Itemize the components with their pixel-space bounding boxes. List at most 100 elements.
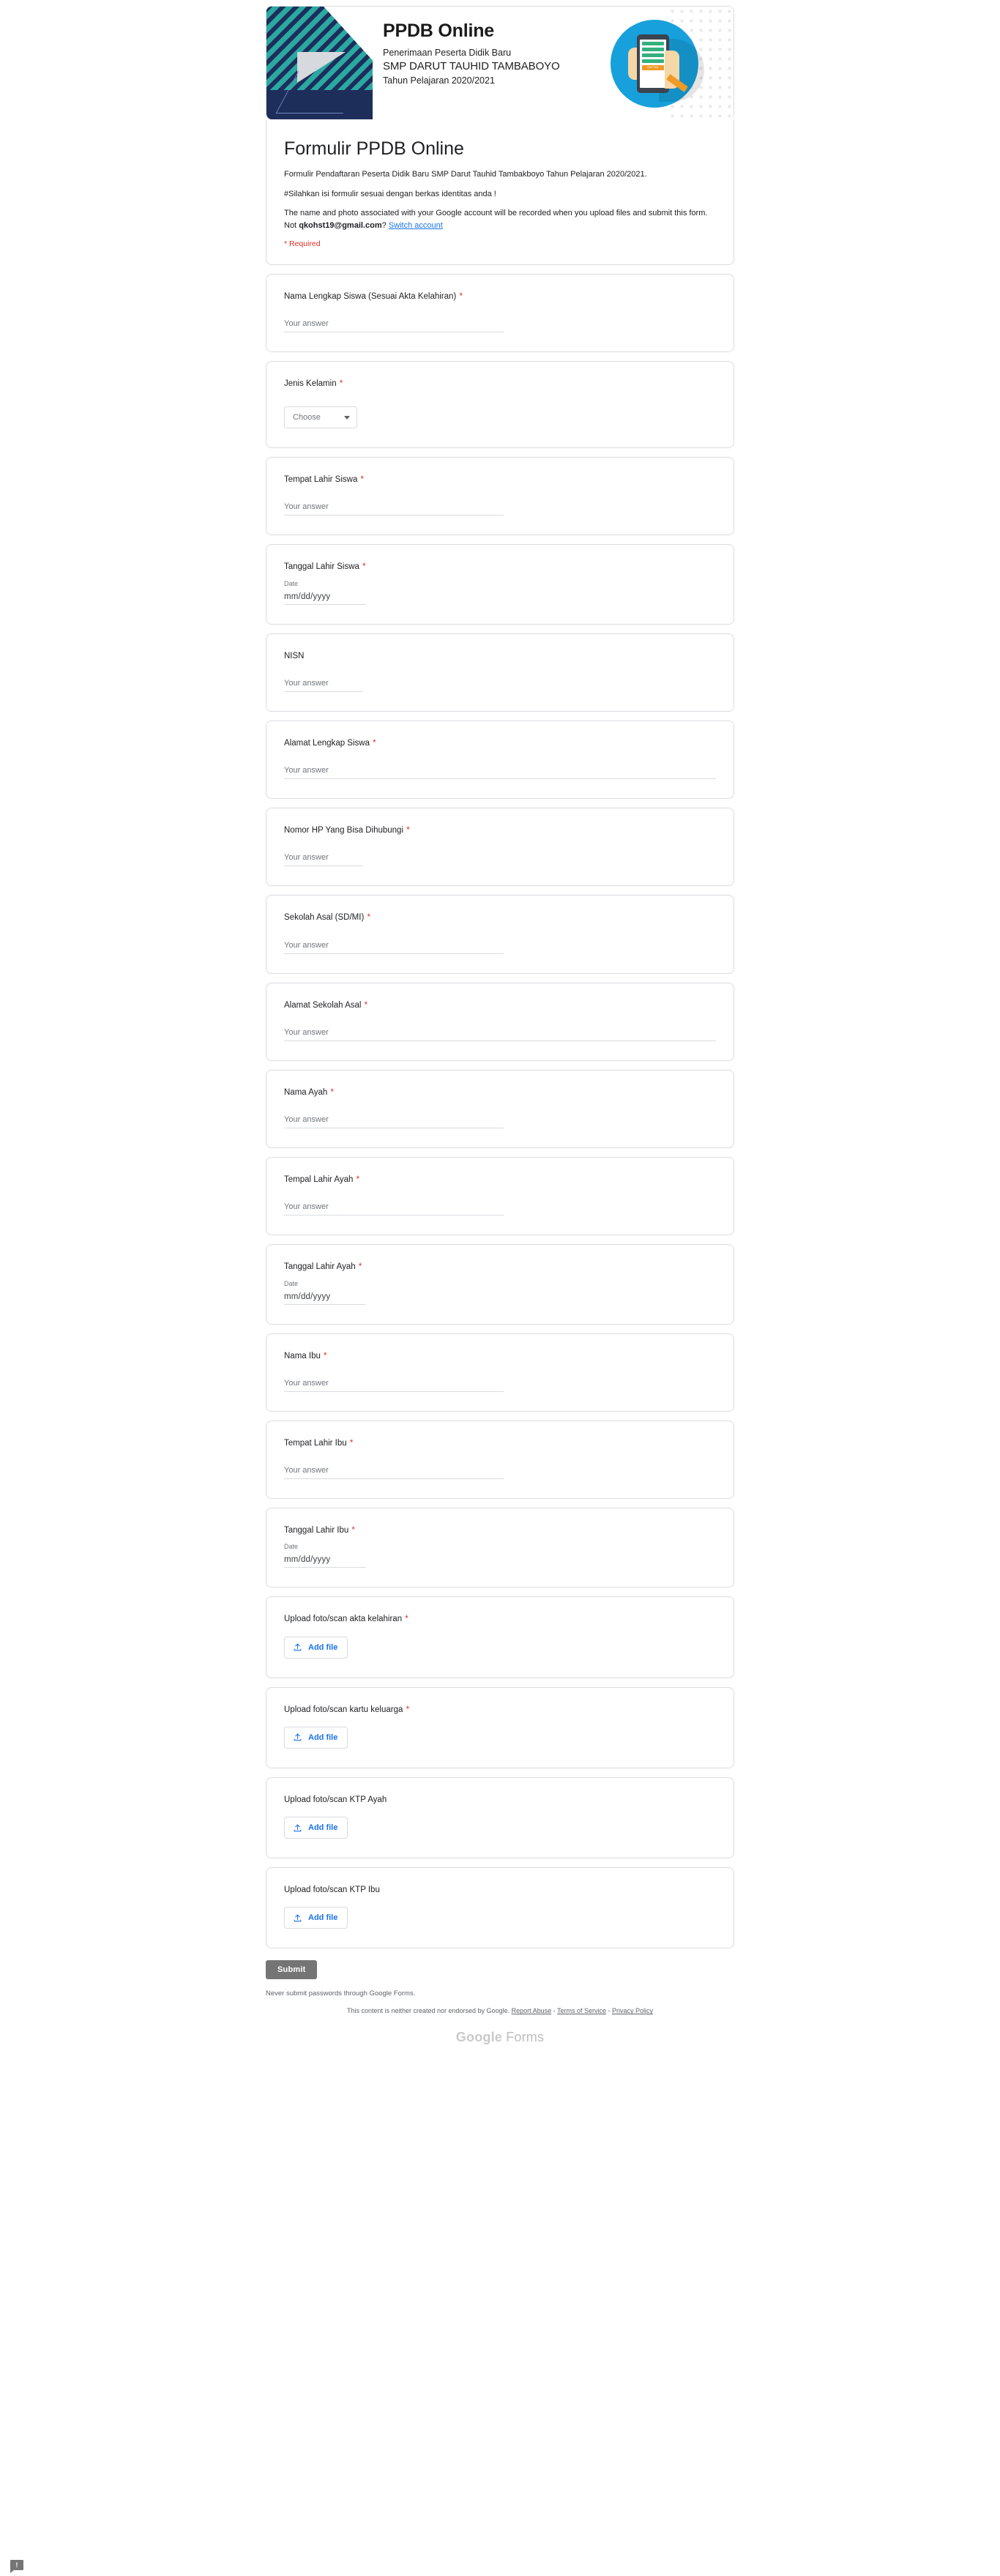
- question-label: Alamat Sekolah Asal: [284, 1000, 362, 1010]
- date-field-label: Date: [284, 1279, 299, 1287]
- required-asterisk: *: [354, 1175, 360, 1185]
- report-abuse-link[interactable]: Report Abuse: [512, 2007, 552, 2014]
- question-label: Nama Lengkap Siswa (Sesuai Akta Kelahira…: [284, 291, 457, 301]
- form-description-2: #Silahkan isi formulir sesuai dengan ber…: [284, 189, 496, 198]
- question-label: Nomor HP Yang Bisa Dihubungi: [284, 826, 404, 835]
- question-card: Nama Ayah * Your answer: [266, 1069, 734, 1149]
- question-card: Alamat Sekolah Asal * Your answer: [266, 982, 734, 1061]
- form-description-1: Formulir Pendaftaran Peserta Didik Baru …: [284, 169, 647, 179]
- add-file-button[interactable]: Add file: [284, 1907, 348, 1929]
- question-label: Upload foto/scan akta kelahiran: [284, 1615, 403, 1624]
- required-asterisk: *: [370, 738, 376, 748]
- question-label: Alamat Lengkap Siswa: [284, 738, 370, 748]
- question-title: Tempal Lahir Ayah *: [284, 1174, 716, 1186]
- short-answer-input[interactable]: Your answer: [284, 1379, 504, 1392]
- short-answer-input[interactable]: Your answer: [284, 941, 504, 954]
- add-file-label: Add file: [308, 1823, 338, 1833]
- date-input[interactable]: mm/dd/yyyy: [284, 592, 366, 605]
- question-card: Tanggal Lahir Ibu * Date mm/dd/yyyy: [266, 1508, 734, 1588]
- add-file-label: Add file: [308, 1913, 338, 1923]
- question-title: Nomor HP Yang Bisa Dihubungi *: [284, 824, 716, 837]
- short-answer-input[interactable]: Your answer: [284, 502, 504, 516]
- add-file-button[interactable]: Add file: [284, 1817, 348, 1839]
- upload-icon: [293, 1823, 302, 1833]
- question-title: Upload foto/scan kartu keluarga *: [284, 1704, 716, 1716]
- required-asterisk: *: [356, 1262, 362, 1272]
- question-title: Alamat Lengkap Siswa *: [284, 737, 716, 750]
- password-warning: Never submit passwords through Google Fo…: [266, 1989, 416, 1998]
- brand-google: Google: [455, 2029, 502, 2044]
- questions-list: Nama Lengkap Siswa (Sesuai Akta Kelahira…: [266, 273, 734, 1958]
- add-file-button[interactable]: Add file: [284, 1726, 348, 1749]
- legal-footer: This content is neither created nor endo…: [266, 2006, 734, 2016]
- date-input[interactable]: mm/dd/yyyy: [284, 1555, 366, 1568]
- required-asterisk: *: [365, 913, 370, 923]
- upload-icon: [293, 1642, 302, 1652]
- question-label: Upload foto/scan KTP Ayah: [284, 1795, 387, 1804]
- legal-sep-2: -: [606, 2007, 613, 2015]
- question-title: Nama Lengkap Siswa (Sesuai Akta Kelahira…: [284, 291, 716, 303]
- privacy-policy-link[interactable]: Privacy Policy: [612, 2007, 653, 2014]
- send-feedback-icon[interactable]: !: [10, 2560, 23, 2573]
- question-card: Upload foto/scan akta kelahiran * Add fil…: [266, 1596, 734, 1678]
- question-card: Jenis Kelamin * Choose: [266, 360, 734, 449]
- required-asterisk: *: [337, 379, 343, 388]
- legal-text: This content is neither created nor endo…: [346, 2007, 512, 2015]
- question-card: Upload foto/scan KTP Ibu Add file: [266, 1867, 734, 1949]
- question-title: Nama Ibu *: [284, 1350, 716, 1363]
- question-title: Tempat Lahir Ibu *: [284, 1437, 716, 1450]
- question-label: Tempal Lahir Ayah: [284, 1175, 354, 1185]
- question-card: Alamat Lengkap Siswa * Your answer: [266, 720, 734, 800]
- short-answer-input[interactable]: Your answer: [284, 1115, 504, 1129]
- required-asterisk: *: [359, 562, 366, 572]
- short-answer-input[interactable]: Your answer: [284, 679, 363, 692]
- google-forms-brand[interactable]: Google Forms: [266, 2030, 734, 2064]
- legal-sep-1: -: [551, 2007, 557, 2015]
- date-input[interactable]: mm/dd/yyyy: [284, 1292, 366, 1305]
- short-answer-input[interactable]: Your answer: [284, 1466, 504, 1480]
- question-label: Jenis Kelamin: [284, 379, 337, 388]
- terms-of-service-link[interactable]: Terms of Service: [557, 2007, 606, 2014]
- short-answer-input[interactable]: Your answer: [284, 766, 716, 780]
- required-asterisk: *: [349, 1526, 355, 1535]
- short-answer-input[interactable]: Your answer: [284, 1202, 504, 1216]
- banner-text-block: PPDB Online Penerimaan Peserta Didik Bar…: [373, 7, 603, 119]
- add-file-button[interactable]: Add file: [284, 1636, 348, 1659]
- question-card: Nama Ibu * Your answer: [266, 1333, 734, 1412]
- banner-illustration: DAFTAR: [603, 7, 734, 119]
- submit-button[interactable]: Submit: [266, 1960, 318, 1980]
- date-field-label: Date: [284, 579, 299, 587]
- question-title: Tempat Lahir Siswa *: [284, 474, 716, 486]
- question-label: Upload foto/scan KTP Ibu: [284, 1886, 380, 1895]
- question-card: Tempat Lahir Siswa * Your answer: [266, 457, 734, 536]
- switch-account-link[interactable]: Switch account: [389, 221, 443, 230]
- question-title: Tanggal Lahir Ibu *: [284, 1525, 716, 1537]
- question-card: Tanggal Lahir Ayah * Date mm/dd/yyyy: [266, 1244, 734, 1325]
- required-asterisk: *: [347, 1438, 354, 1448]
- banner-subtitle-2: SMP DARUT TAUHID TAMBABOYO: [383, 59, 560, 72]
- question-title: Sekolah Asal (SD/MI) *: [284, 912, 716, 924]
- question-label: Tanggal Lahir Siswa: [284, 562, 359, 572]
- add-file-label: Add file: [308, 1732, 338, 1742]
- upload-icon: [293, 1913, 302, 1923]
- question-title: Upload foto/scan akta kelahiran *: [284, 1613, 716, 1626]
- question-card: Upload foto/scan KTP Ayah Add file: [266, 1776, 734, 1859]
- short-answer-input[interactable]: Your answer: [284, 1028, 716, 1041]
- question-title: Jenis Kelamin *: [284, 378, 716, 390]
- required-asterisk: *: [321, 1351, 327, 1360]
- question-card: Tempat Lahir Ibu * Your answer: [266, 1420, 734, 1500]
- question-label: Tanggal Lahir Ibu: [284, 1526, 349, 1535]
- question-label: Sekolah Asal (SD/MI): [284, 913, 365, 923]
- question-card: Nama Lengkap Siswa (Sesuai Akta Kelahira…: [266, 273, 734, 352]
- question-card: Tanggal Lahir Siswa * Date mm/dd/yyyy: [266, 544, 734, 625]
- page-title: Formulir PPDB Online: [284, 138, 464, 159]
- question-label: Upload foto/scan kartu keluarga: [284, 1705, 403, 1714]
- question-title: Nama Ayah *: [284, 1087, 716, 1099]
- dropdown-select[interactable]: Choose: [284, 406, 357, 429]
- form-actions: Submit: [266, 1960, 734, 1980]
- short-answer-input[interactable]: Your answer: [284, 319, 504, 332]
- question-label: Tanggal Lahir Ayah: [284, 1262, 356, 1272]
- required-asterisk: *: [403, 1615, 408, 1624]
- short-answer-input[interactable]: Your answer: [284, 853, 363, 867]
- required-asterisk: *: [404, 826, 410, 835]
